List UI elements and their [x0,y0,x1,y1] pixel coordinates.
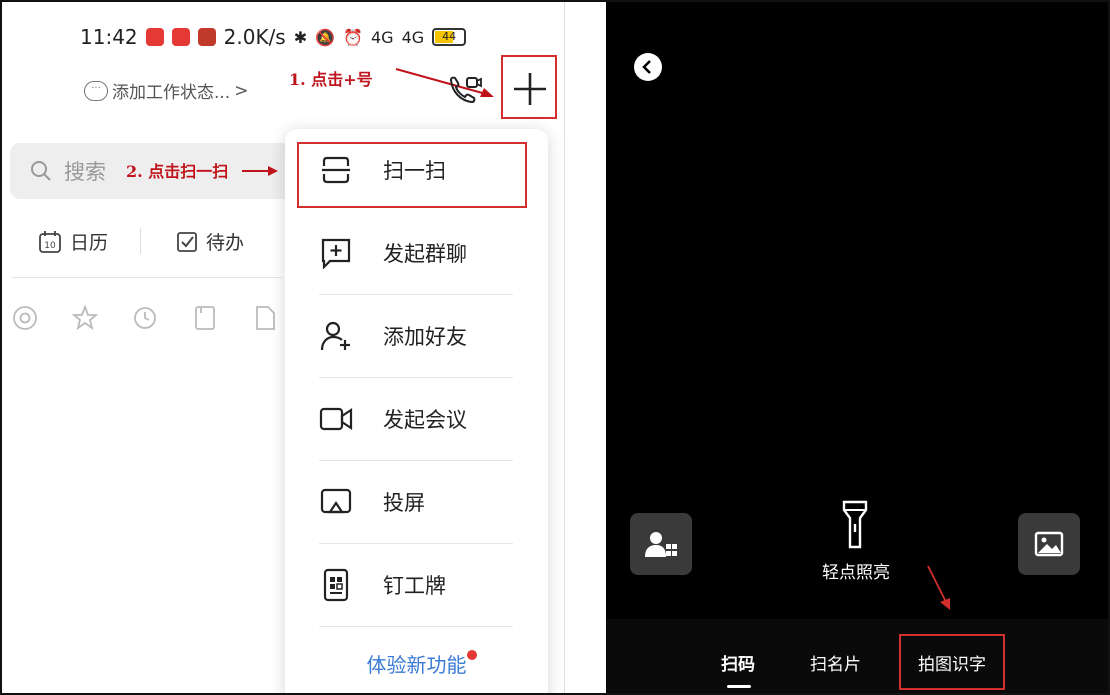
annotation-step-1: 1. 点击+号 [289,70,373,89]
plus-icon[interactable] [511,70,549,108]
menu-item-cast[interactable]: 投屏 [285,461,548,543]
work-status-label: 添加工作状态... [112,83,231,103]
calendar-icon: 10 [39,230,61,253]
history-clock-icon[interactable] [132,305,158,331]
calendar-shortcut[interactable]: 10 日历 [38,228,108,255]
chevron-left-icon [642,60,651,74]
flashlight-icon[interactable] [838,500,872,550]
active-tab-indicator [727,685,751,688]
file-icon[interactable] [252,305,278,331]
status-time: 11:42 [80,25,138,49]
back-button[interactable] [634,53,662,81]
menu-item-label: 钉工牌 [383,574,446,598]
menu-item-badge[interactable]: 钉工牌 [285,544,548,626]
image-gallery-icon [1034,531,1064,557]
tab-scan-card[interactable]: 扫名片 [810,650,861,675]
mute-icon: 🔕 [315,27,336,47]
person-qr-icon [645,532,677,557]
network-speed: 2.0K/s [223,25,286,49]
new-feature-dot [467,650,477,660]
divider [12,277,282,278]
annotation-arrow [927,565,950,610]
video-meeting-icon [319,407,353,431]
menu-item-label: 发起会议 [383,408,467,432]
right-camera-screen: 轻点照亮 扫码 扫名片 拍图识字 [606,2,1108,693]
todo-label: 待办 [206,232,245,254]
search-icon [31,161,51,181]
phone-video-icon[interactable] [448,74,482,106]
battery-icon: 44 [432,28,467,46]
calendar-label: 日历 [70,232,109,254]
menu-item-meeting[interactable]: 发起会议 [285,378,548,460]
torch-label: 轻点照亮 [822,563,890,583]
todo-shortcut[interactable]: 待办 [176,228,244,255]
filter-icon-row [12,305,278,331]
tab-scan-code[interactable]: 扫码 [721,650,755,675]
annotation-highlight-ocr [899,634,1005,690]
add-friend-icon [320,321,350,351]
chat-bubble-icon: ··· [84,80,108,101]
svg-text:10: 10 [44,241,56,251]
work-status-prompt[interactable]: ··· 添加工作状态... > [84,78,248,103]
chevron-right-icon: > [234,80,249,101]
app-notification-icon [197,28,216,46]
panel-separator [564,2,606,693]
document-icon[interactable] [192,305,218,331]
menu-item-add-friend[interactable]: 添加好友 [285,295,548,377]
search-placeholder: 搜索 [64,160,106,184]
bluetooth-icon: ✱ [293,27,308,47]
status-bar: 11:42 2.0K/s ✱ 🔕 ⏰ 4G 4G 44 [80,22,467,52]
app-notification-icon [171,28,190,46]
at-mention-icon[interactable] [12,305,38,331]
menu-item-label: 发起群聊 [383,242,467,266]
menu-item-label: 投屏 [383,491,425,515]
annotation-arrow [242,166,278,176]
todo-checkbox-icon [177,231,197,252]
menu-item-group-chat[interactable]: 发起群聊 [285,212,548,294]
divider [319,626,513,627]
star-icon[interactable] [72,305,98,331]
annotation-highlight-scan [297,142,527,208]
signal-1: 4G [370,27,394,47]
gallery-button[interactable] [1018,513,1080,575]
contact-card-button[interactable] [630,513,692,575]
annotation-step-2: 2. 点击扫一扫 [126,162,229,181]
cast-screen-icon [320,488,352,514]
signal-2: 4G [401,27,425,47]
plus-popup-menu: 扫一扫 发起群聊 添加好友 发起会议 投屏 钉工牌 体验新功能 [285,129,548,693]
divider [140,228,141,254]
try-new-features-link[interactable]: 体验新功能 [285,649,548,678]
group-chat-icon [321,238,351,269]
app-notification-icon [145,28,164,46]
badge-icon [323,568,349,602]
menu-item-label: 添加好友 [383,325,467,349]
alarm-icon: ⏰ [343,27,363,47]
left-phone-screen: 11:42 2.0K/s ✱ 🔕 ⏰ 4G 4G 44 ··· 添加工作状态..… [2,2,564,693]
